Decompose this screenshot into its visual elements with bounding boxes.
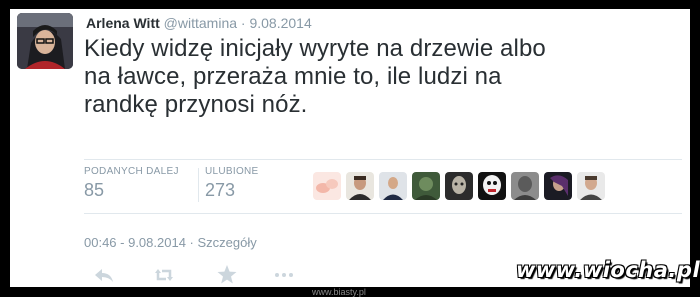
retweets-value: 85	[84, 180, 105, 200]
favorites-value: 273	[205, 180, 236, 200]
favoriter-avatar[interactable]	[478, 172, 506, 200]
author-handle[interactable]: @wittamina	[164, 15, 237, 31]
stats-bottom-divider	[84, 213, 682, 214]
details-link[interactable]: Szczegóły	[198, 235, 257, 250]
tweet-timestamp[interactable]: 00:46 - 9.08.2014	[84, 235, 186, 250]
footer-watermark: www.biasty.pl	[312, 287, 366, 297]
tweet-date[interactable]: 9.08.2014	[249, 15, 311, 31]
header-separator: ·	[240, 15, 246, 31]
retweet-icon[interactable]	[152, 263, 176, 287]
favoriter-avatar[interactable]	[445, 172, 473, 200]
retweet-count-stat[interactable]: PODANYCH DALEJ 85	[84, 166, 179, 201]
stats-top-divider	[84, 159, 682, 160]
favoriter-avatar[interactable]	[379, 172, 407, 200]
favoriter-avatar[interactable]	[577, 172, 605, 200]
site-watermark: www.wiocha.pl	[516, 258, 700, 282]
meta-separator: ·	[189, 235, 194, 250]
reply-icon[interactable]	[92, 263, 116, 287]
more-icon[interactable]	[272, 263, 296, 287]
retweets-label: PODANYCH DALEJ	[84, 166, 179, 177]
favoriter-avatar[interactable]	[544, 172, 572, 200]
favorite-count-stat[interactable]: ULUBIONE 273	[205, 166, 259, 201]
tweet-meta: 00:46 - 9.08.2014 · Szczegóły	[84, 235, 257, 250]
author-name[interactable]: Arlena Witt	[86, 15, 160, 31]
favoriter-avatar[interactable]	[412, 172, 440, 200]
favoriter-avatar[interactable]	[511, 172, 539, 200]
stats-separator	[198, 168, 199, 202]
favoriter-avatar[interactable]	[346, 172, 374, 200]
star-icon[interactable]	[215, 263, 239, 287]
favorites-label: ULUBIONE	[205, 166, 259, 177]
tweet-text: Kiedy widzę inicjały wyryte na drzewie a…	[84, 35, 546, 118]
avatar-image	[17, 13, 73, 69]
tweet-header: Arlena Witt @wittamina · 9.08.2014	[86, 14, 312, 32]
author-avatar[interactable]	[17, 13, 73, 69]
favoriter-avatar[interactable]	[313, 172, 341, 200]
tweet-card: Arlena Witt @wittamina · 9.08.2014 Kiedy…	[10, 9, 690, 287]
